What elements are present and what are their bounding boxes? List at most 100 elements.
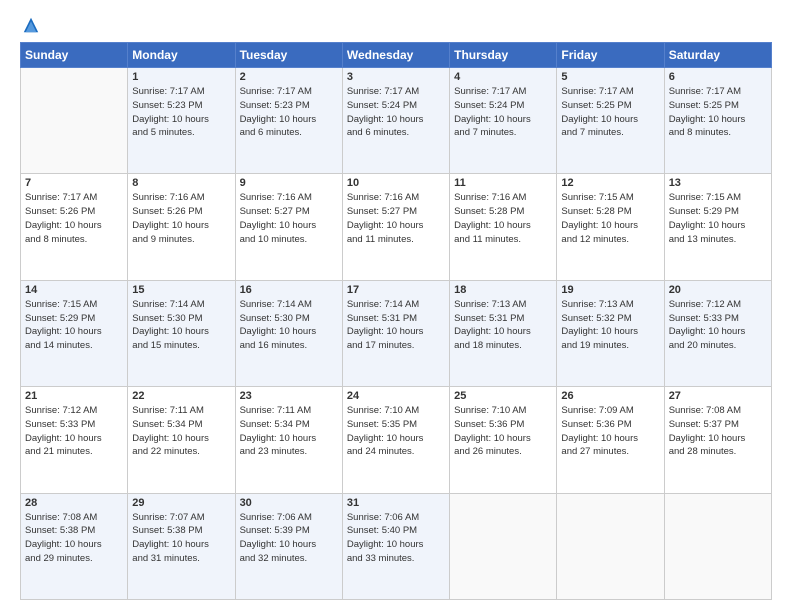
day-number: 8 (132, 177, 230, 189)
calendar-header-wednesday: Wednesday (342, 43, 449, 68)
calendar-cell: 6 Sunrise: 7:17 AMSunset: 5:25 PMDaylight… (664, 68, 771, 174)
day-number: 4 (454, 71, 552, 83)
calendar-week-row: 21 Sunrise: 7:12 AMSunset: 5:33 PMDayligh… (21, 387, 772, 493)
day-number: 2 (240, 71, 338, 83)
day-number: 6 (669, 71, 767, 83)
calendar-cell: 10Sunrise: 7:16 AMSunset: 5:27 PMDayligh… (342, 174, 449, 280)
calendar-cell: 28Sunrise: 7:08 AMSunset: 5:38 PMDayligh… (21, 493, 128, 599)
calendar-cell: 21 Sunrise: 7:12 AMSunset: 5:33 PMDayligh… (21, 387, 128, 493)
day-info: Sunrise: 7:12 AMSunset: 5:33 PMDaylight:… (25, 404, 123, 459)
calendar-cell (664, 493, 771, 599)
calendar-cell: 14 Sunrise: 7:15 AMSunset: 5:29 PMDayligh… (21, 280, 128, 386)
day-info: Sunrise: 7:11 AMSunset: 5:34 PMDaylight:… (240, 404, 338, 459)
calendar-cell: 4 Sunrise: 7:17 AMSunset: 5:24 PMDaylight… (450, 68, 557, 174)
day-info: Sunrise: 7:17 AMSunset: 5:24 PMDaylight:… (454, 85, 552, 140)
calendar-cell: 3 Sunrise: 7:17 AMSunset: 5:24 PMDaylight… (342, 68, 449, 174)
logo-icon (22, 16, 40, 34)
calendar-week-row: 28Sunrise: 7:08 AMSunset: 5:38 PMDayligh… (21, 493, 772, 599)
calendar-cell: 12Sunrise: 7:15 AMSunset: 5:28 PMDayligh… (557, 174, 664, 280)
calendar-cell: 22 Sunrise: 7:11 AMSunset: 5:34 PMDayligh… (128, 387, 235, 493)
calendar-cell: 5Sunrise: 7:17 AMSunset: 5:25 PMDaylight… (557, 68, 664, 174)
day-number: 18 (454, 284, 552, 296)
calendar-cell: 25 Sunrise: 7:10 AMSunset: 5:36 PMDayligh… (450, 387, 557, 493)
calendar-cell: 8 Sunrise: 7:16 AMSunset: 5:26 PMDaylight… (128, 174, 235, 280)
day-number: 11 (454, 177, 552, 189)
calendar-cell: 23 Sunrise: 7:11 AMSunset: 5:34 PMDayligh… (235, 387, 342, 493)
calendar-cell: 1 Sunrise: 7:17 AMSunset: 5:23 PMDaylight… (128, 68, 235, 174)
day-info: Sunrise: 7:07 AMSunset: 5:38 PMDaylight:… (132, 511, 230, 566)
calendar-cell: 29 Sunrise: 7:07 AMSunset: 5:38 PMDayligh… (128, 493, 235, 599)
calendar-header-friday: Friday (557, 43, 664, 68)
calendar-cell: 26 Sunrise: 7:09 AMSunset: 5:36 PMDayligh… (557, 387, 664, 493)
calendar-cell: 30 Sunrise: 7:06 AMSunset: 5:39 PMDayligh… (235, 493, 342, 599)
calendar-cell: 7Sunrise: 7:17 AMSunset: 5:26 PMDaylight… (21, 174, 128, 280)
calendar-cell: 9Sunrise: 7:16 AMSunset: 5:27 PMDaylight… (235, 174, 342, 280)
calendar-week-row: 7Sunrise: 7:17 AMSunset: 5:26 PMDaylight… (21, 174, 772, 280)
day-number: 19 (561, 284, 659, 296)
day-number: 1 (132, 71, 230, 83)
day-number: 30 (240, 497, 338, 509)
day-info: Sunrise: 7:16 AMSunset: 5:28 PMDaylight:… (454, 191, 552, 246)
calendar-week-row: 1 Sunrise: 7:17 AMSunset: 5:23 PMDaylight… (21, 68, 772, 174)
day-info: Sunrise: 7:17 AMSunset: 5:23 PMDaylight:… (132, 85, 230, 140)
header (20, 16, 772, 34)
calendar-cell: 13Sunrise: 7:15 AMSunset: 5:29 PMDayligh… (664, 174, 771, 280)
day-info: Sunrise: 7:17 AMSunset: 5:23 PMDaylight:… (240, 85, 338, 140)
day-info: Sunrise: 7:17 AMSunset: 5:25 PMDaylight:… (669, 85, 767, 140)
day-info: Sunrise: 7:08 AMSunset: 5:38 PMDaylight:… (25, 511, 123, 566)
day-number: 25 (454, 390, 552, 402)
calendar-cell: 27Sunrise: 7:08 AMSunset: 5:37 PMDayligh… (664, 387, 771, 493)
day-info: Sunrise: 7:09 AMSunset: 5:36 PMDaylight:… (561, 404, 659, 459)
day-number: 16 (240, 284, 338, 296)
calendar-cell: 24 Sunrise: 7:10 AMSunset: 5:35 PMDayligh… (342, 387, 449, 493)
day-info: Sunrise: 7:13 AMSunset: 5:31 PMDaylight:… (454, 298, 552, 353)
calendar-cell: 18 Sunrise: 7:13 AMSunset: 5:31 PMDayligh… (450, 280, 557, 386)
day-info: Sunrise: 7:12 AMSunset: 5:33 PMDaylight:… (669, 298, 767, 353)
day-number: 13 (669, 177, 767, 189)
calendar-header-row: SundayMondayTuesdayWednesdayThursdayFrid… (21, 43, 772, 68)
day-info: Sunrise: 7:06 AMSunset: 5:39 PMDaylight:… (240, 511, 338, 566)
calendar-cell: 20 Sunrise: 7:12 AMSunset: 5:33 PMDayligh… (664, 280, 771, 386)
calendar-header-saturday: Saturday (664, 43, 771, 68)
day-number: 7 (25, 177, 123, 189)
calendar-cell: 11 Sunrise: 7:16 AMSunset: 5:28 PMDayligh… (450, 174, 557, 280)
calendar-cell: 19Sunrise: 7:13 AMSunset: 5:32 PMDayligh… (557, 280, 664, 386)
day-info: Sunrise: 7:10 AMSunset: 5:35 PMDaylight:… (347, 404, 445, 459)
day-number: 21 (25, 390, 123, 402)
day-number: 29 (132, 497, 230, 509)
day-number: 12 (561, 177, 659, 189)
day-info: Sunrise: 7:10 AMSunset: 5:36 PMDaylight:… (454, 404, 552, 459)
day-info: Sunrise: 7:14 AMSunset: 5:31 PMDaylight:… (347, 298, 445, 353)
calendar-cell: 17 Sunrise: 7:14 AMSunset: 5:31 PMDayligh… (342, 280, 449, 386)
page: SundayMondayTuesdayWednesdayThursdayFrid… (0, 0, 792, 612)
day-number: 14 (25, 284, 123, 296)
calendar-cell: 15Sunrise: 7:14 AMSunset: 5:30 PMDayligh… (128, 280, 235, 386)
day-info: Sunrise: 7:08 AMSunset: 5:37 PMDaylight:… (669, 404, 767, 459)
day-number: 26 (561, 390, 659, 402)
day-number: 20 (669, 284, 767, 296)
calendar-header-tuesday: Tuesday (235, 43, 342, 68)
calendar-header-thursday: Thursday (450, 43, 557, 68)
day-number: 17 (347, 284, 445, 296)
day-info: Sunrise: 7:15 AMSunset: 5:29 PMDaylight:… (25, 298, 123, 353)
calendar-table: SundayMondayTuesdayWednesdayThursdayFrid… (20, 42, 772, 600)
day-info: Sunrise: 7:17 AMSunset: 5:24 PMDaylight:… (347, 85, 445, 140)
day-info: Sunrise: 7:16 AMSunset: 5:26 PMDaylight:… (132, 191, 230, 246)
day-number: 10 (347, 177, 445, 189)
calendar-cell: 31Sunrise: 7:06 AMSunset: 5:40 PMDayligh… (342, 493, 449, 599)
calendar-week-row: 14 Sunrise: 7:15 AMSunset: 5:29 PMDayligh… (21, 280, 772, 386)
day-number: 31 (347, 497, 445, 509)
day-number: 22 (132, 390, 230, 402)
calendar-header-monday: Monday (128, 43, 235, 68)
day-info: Sunrise: 7:11 AMSunset: 5:34 PMDaylight:… (132, 404, 230, 459)
calendar-header-sunday: Sunday (21, 43, 128, 68)
logo (20, 16, 42, 34)
calendar-cell (450, 493, 557, 599)
calendar-cell (21, 68, 128, 174)
day-info: Sunrise: 7:16 AMSunset: 5:27 PMDaylight:… (240, 191, 338, 246)
day-info: Sunrise: 7:14 AMSunset: 5:30 PMDaylight:… (132, 298, 230, 353)
day-number: 3 (347, 71, 445, 83)
day-info: Sunrise: 7:17 AMSunset: 5:25 PMDaylight:… (561, 85, 659, 140)
day-number: 23 (240, 390, 338, 402)
day-number: 24 (347, 390, 445, 402)
